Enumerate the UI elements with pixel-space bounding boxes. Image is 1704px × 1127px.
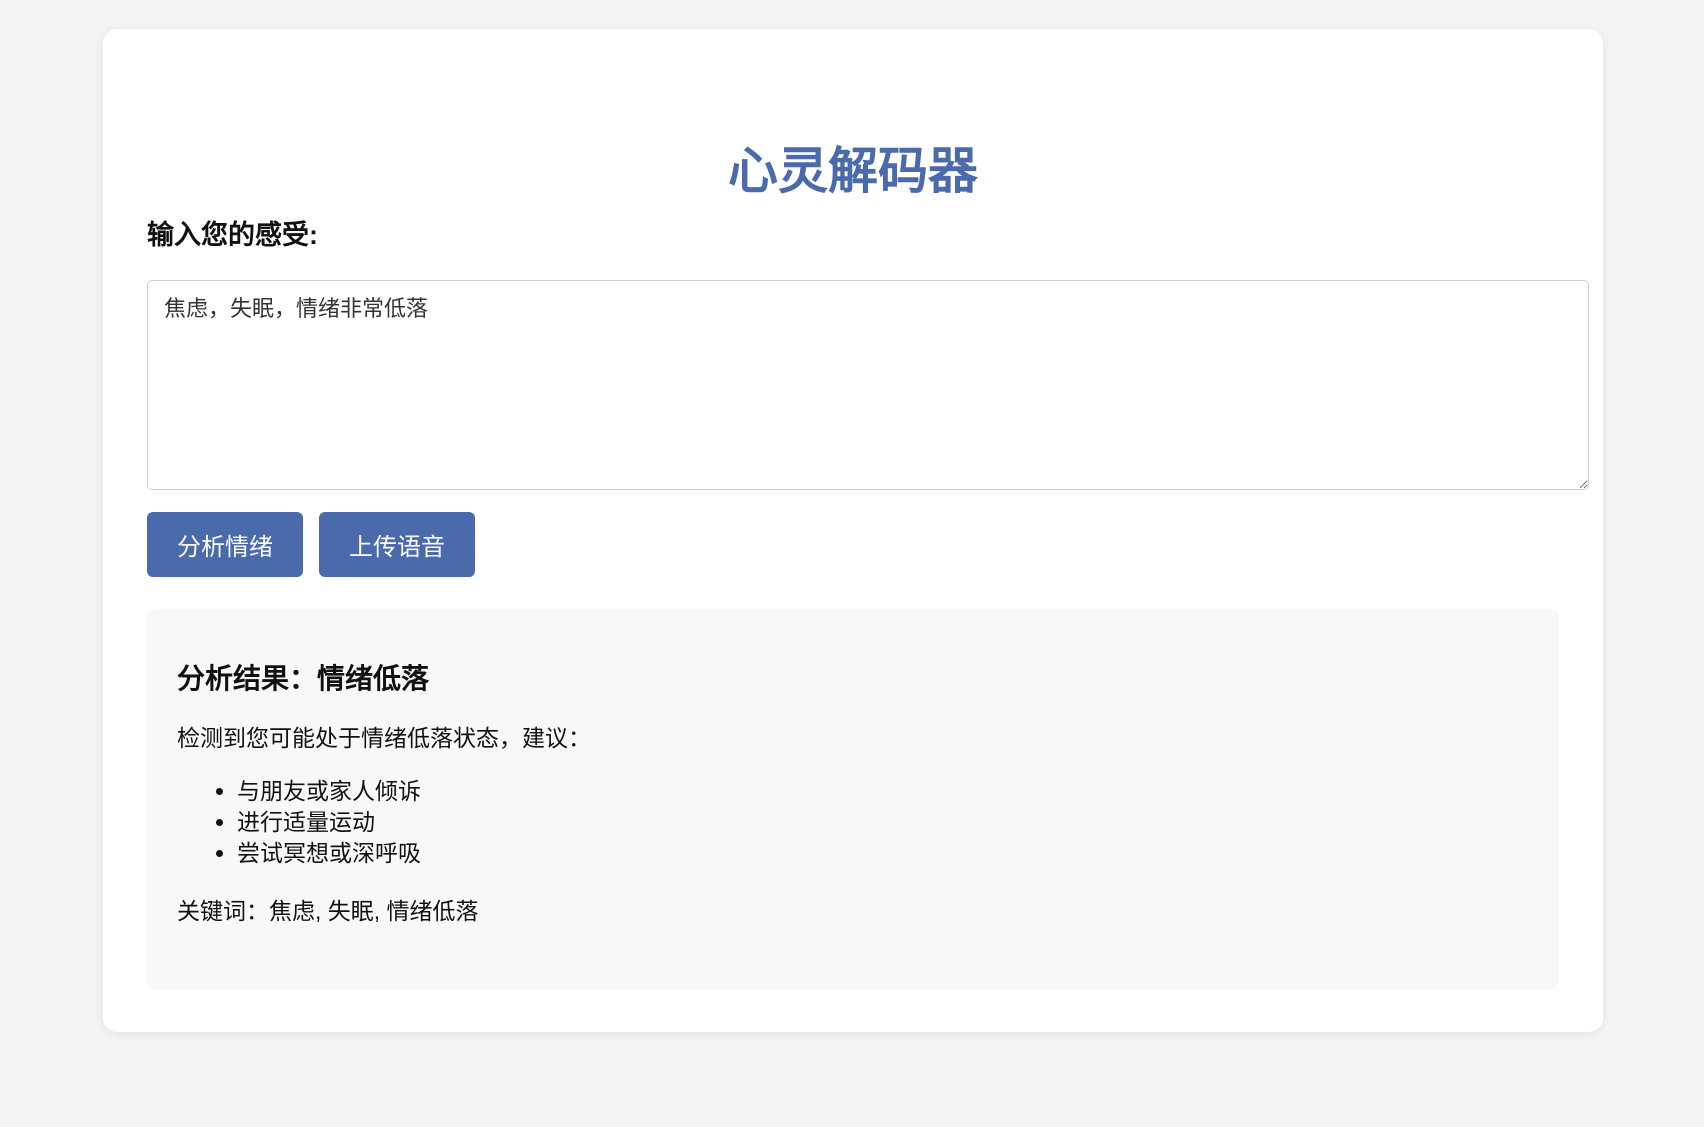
- result-title: 分析结果：情绪低落: [177, 663, 430, 694]
- suggestion-item: 进行适量运动: [237, 807, 421, 838]
- suggestion-item: 与朋友或家人倾诉: [237, 776, 421, 807]
- keywords-line: 关键词：焦虑, 失眠, 情绪低落: [177, 898, 479, 924]
- analysis-result-panel: 分析结果：情绪低落 检测到您可能处于情绪低落状态，建议： 与朋友或家人倾诉 进行…: [147, 609, 1559, 989]
- suggestion-item: 尝试冥想或深呼吸: [237, 838, 421, 869]
- main-card: 心灵解码器 输入您的感受: 焦虑，失眠，情绪非常低落 分析情绪 上传语音 分析结…: [103, 29, 1603, 1032]
- feelings-textarea[interactable]: 焦虑，失眠，情绪非常低落: [147, 280, 1589, 490]
- suggestion-list: 与朋友或家人倾诉 进行适量运动 尝试冥想或深呼吸: [177, 776, 421, 869]
- page-title: 心灵解码器: [728, 143, 978, 199]
- analyze-emotion-button[interactable]: 分析情绪: [147, 512, 303, 577]
- result-intro: 检测到您可能处于情绪低落状态，建议：: [177, 725, 591, 751]
- feelings-input-label: 输入您的感受:: [147, 220, 318, 250]
- upload-voice-button[interactable]: 上传语音: [319, 512, 475, 577]
